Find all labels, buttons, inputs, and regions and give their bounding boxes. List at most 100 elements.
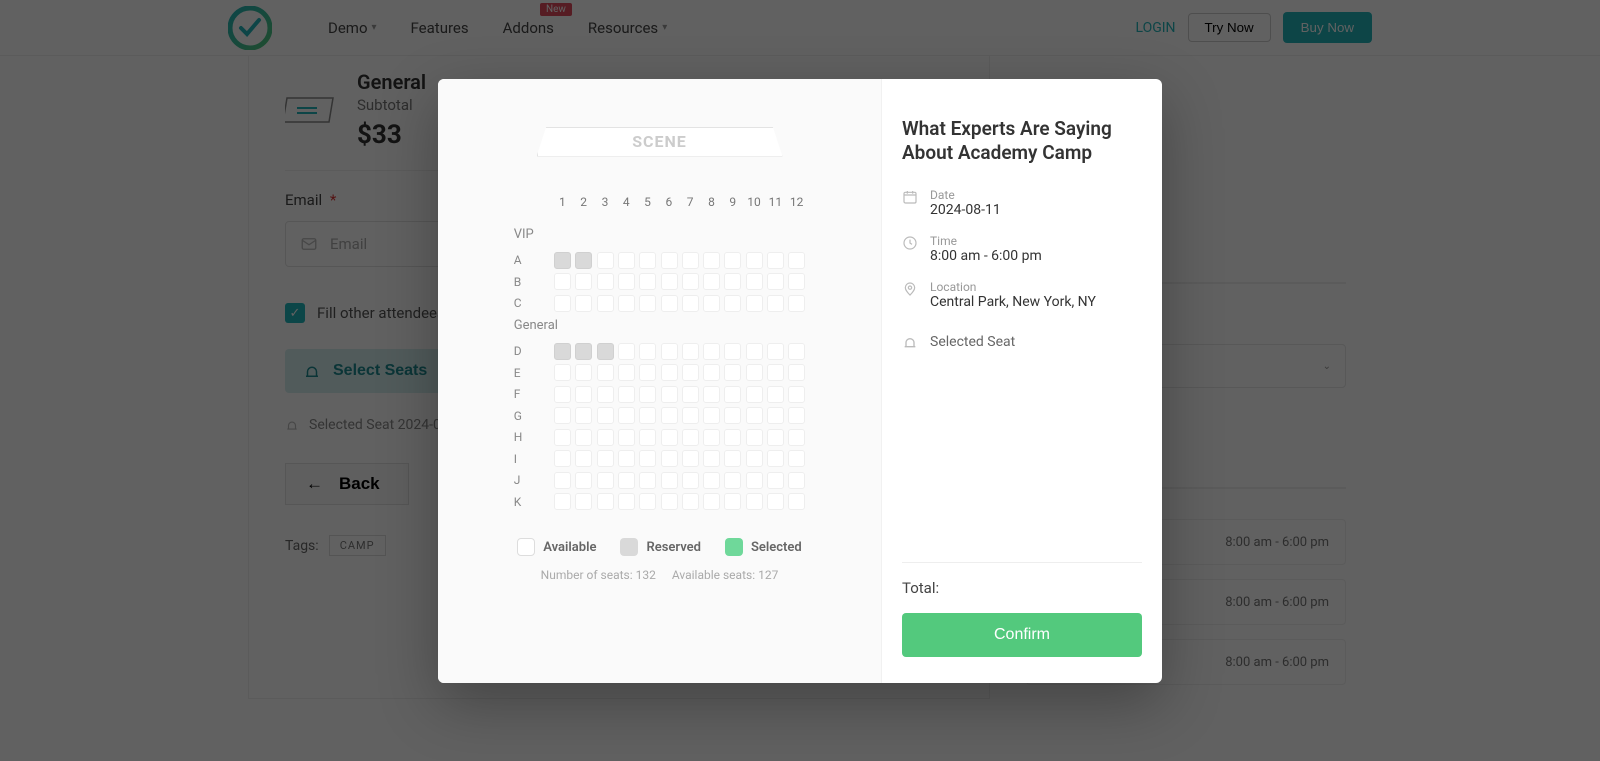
modal-overlay[interactable]: SCENE 123456789101112 VIPABCGeneralDEFGH… bbox=[0, 0, 1600, 761]
seat-F3[interactable] bbox=[597, 386, 614, 403]
seat-G3[interactable] bbox=[597, 407, 614, 424]
seat-H5[interactable] bbox=[639, 429, 656, 446]
seat-B12[interactable] bbox=[788, 273, 805, 290]
seat-I5[interactable] bbox=[639, 450, 656, 467]
seat-K12[interactable] bbox=[788, 493, 805, 510]
seat-F10[interactable] bbox=[746, 386, 763, 403]
seat-J10[interactable] bbox=[746, 472, 763, 489]
seat-F12[interactable] bbox=[788, 386, 805, 403]
seat-G5[interactable] bbox=[639, 407, 656, 424]
seat-I8[interactable] bbox=[703, 450, 720, 467]
seat-A8[interactable] bbox=[703, 252, 720, 269]
seat-C2[interactable] bbox=[575, 295, 592, 312]
seat-G4[interactable] bbox=[618, 407, 635, 424]
seat-A9[interactable] bbox=[724, 252, 741, 269]
seat-H9[interactable] bbox=[724, 429, 741, 446]
seat-A7[interactable] bbox=[682, 252, 699, 269]
seat-C5[interactable] bbox=[639, 295, 656, 312]
seat-K7[interactable] bbox=[682, 493, 699, 510]
seat-J2[interactable] bbox=[575, 472, 592, 489]
seat-F2[interactable] bbox=[575, 386, 592, 403]
seat-H1[interactable] bbox=[554, 429, 571, 446]
seat-K4[interactable] bbox=[618, 493, 635, 510]
seat-I12[interactable] bbox=[788, 450, 805, 467]
seat-C4[interactable] bbox=[618, 295, 635, 312]
seat-A11[interactable] bbox=[767, 252, 784, 269]
seat-C8[interactable] bbox=[703, 295, 720, 312]
seat-K9[interactable] bbox=[724, 493, 741, 510]
seat-A4[interactable] bbox=[618, 252, 635, 269]
seat-G11[interactable] bbox=[767, 407, 784, 424]
seat-I4[interactable] bbox=[618, 450, 635, 467]
seat-H6[interactable] bbox=[661, 429, 678, 446]
seat-G9[interactable] bbox=[724, 407, 741, 424]
seat-G12[interactable] bbox=[788, 407, 805, 424]
seat-E2[interactable] bbox=[575, 364, 592, 381]
seat-C1[interactable] bbox=[554, 295, 571, 312]
seat-E3[interactable] bbox=[597, 364, 614, 381]
seat-A10[interactable] bbox=[746, 252, 763, 269]
seat-D8[interactable] bbox=[703, 343, 720, 360]
seat-I6[interactable] bbox=[661, 450, 678, 467]
seat-D11[interactable] bbox=[767, 343, 784, 360]
seat-I1[interactable] bbox=[554, 450, 571, 467]
seat-I11[interactable] bbox=[767, 450, 784, 467]
seat-A6[interactable] bbox=[661, 252, 678, 269]
seat-K5[interactable] bbox=[639, 493, 656, 510]
seat-D7[interactable] bbox=[682, 343, 699, 360]
seat-E5[interactable] bbox=[639, 364, 656, 381]
seat-K2[interactable] bbox=[575, 493, 592, 510]
seat-F8[interactable] bbox=[703, 386, 720, 403]
seat-F1[interactable] bbox=[554, 386, 571, 403]
seat-I9[interactable] bbox=[724, 450, 741, 467]
seat-B9[interactable] bbox=[724, 273, 741, 290]
seat-D12[interactable] bbox=[788, 343, 805, 360]
seat-J8[interactable] bbox=[703, 472, 720, 489]
seat-D6[interactable] bbox=[661, 343, 678, 360]
seat-B5[interactable] bbox=[639, 273, 656, 290]
seat-D4[interactable] bbox=[618, 343, 635, 360]
seat-I7[interactable] bbox=[682, 450, 699, 467]
seat-H7[interactable] bbox=[682, 429, 699, 446]
seat-H4[interactable] bbox=[618, 429, 635, 446]
seat-E7[interactable] bbox=[682, 364, 699, 381]
seat-C12[interactable] bbox=[788, 295, 805, 312]
seat-K3[interactable] bbox=[597, 493, 614, 510]
seat-B8[interactable] bbox=[703, 273, 720, 290]
seat-F9[interactable] bbox=[724, 386, 741, 403]
seat-E8[interactable] bbox=[703, 364, 720, 381]
seat-K1[interactable] bbox=[554, 493, 571, 510]
seat-F5[interactable] bbox=[639, 386, 656, 403]
seat-B3[interactable] bbox=[597, 273, 614, 290]
seat-F4[interactable] bbox=[618, 386, 635, 403]
seat-G1[interactable] bbox=[554, 407, 571, 424]
seat-B1[interactable] bbox=[554, 273, 571, 290]
seat-H8[interactable] bbox=[703, 429, 720, 446]
seat-E4[interactable] bbox=[618, 364, 635, 381]
seat-G7[interactable] bbox=[682, 407, 699, 424]
seat-C11[interactable] bbox=[767, 295, 784, 312]
seat-E10[interactable] bbox=[746, 364, 763, 381]
seat-C9[interactable] bbox=[724, 295, 741, 312]
seat-E1[interactable] bbox=[554, 364, 571, 381]
seat-H12[interactable] bbox=[788, 429, 805, 446]
seat-D9[interactable] bbox=[724, 343, 741, 360]
seat-B7[interactable] bbox=[682, 273, 699, 290]
seat-I2[interactable] bbox=[575, 450, 592, 467]
seat-I10[interactable] bbox=[746, 450, 763, 467]
seat-E12[interactable] bbox=[788, 364, 805, 381]
seat-K8[interactable] bbox=[703, 493, 720, 510]
seat-J7[interactable] bbox=[682, 472, 699, 489]
seat-F6[interactable] bbox=[661, 386, 678, 403]
seat-G6[interactable] bbox=[661, 407, 678, 424]
seat-J9[interactable] bbox=[724, 472, 741, 489]
confirm-button[interactable]: Confirm bbox=[902, 613, 1142, 657]
seat-B11[interactable] bbox=[767, 273, 784, 290]
seat-H10[interactable] bbox=[746, 429, 763, 446]
seat-A5[interactable] bbox=[639, 252, 656, 269]
seat-F11[interactable] bbox=[767, 386, 784, 403]
seat-K6[interactable] bbox=[661, 493, 678, 510]
seat-C10[interactable] bbox=[746, 295, 763, 312]
seat-C3[interactable] bbox=[597, 295, 614, 312]
seat-C6[interactable] bbox=[661, 295, 678, 312]
